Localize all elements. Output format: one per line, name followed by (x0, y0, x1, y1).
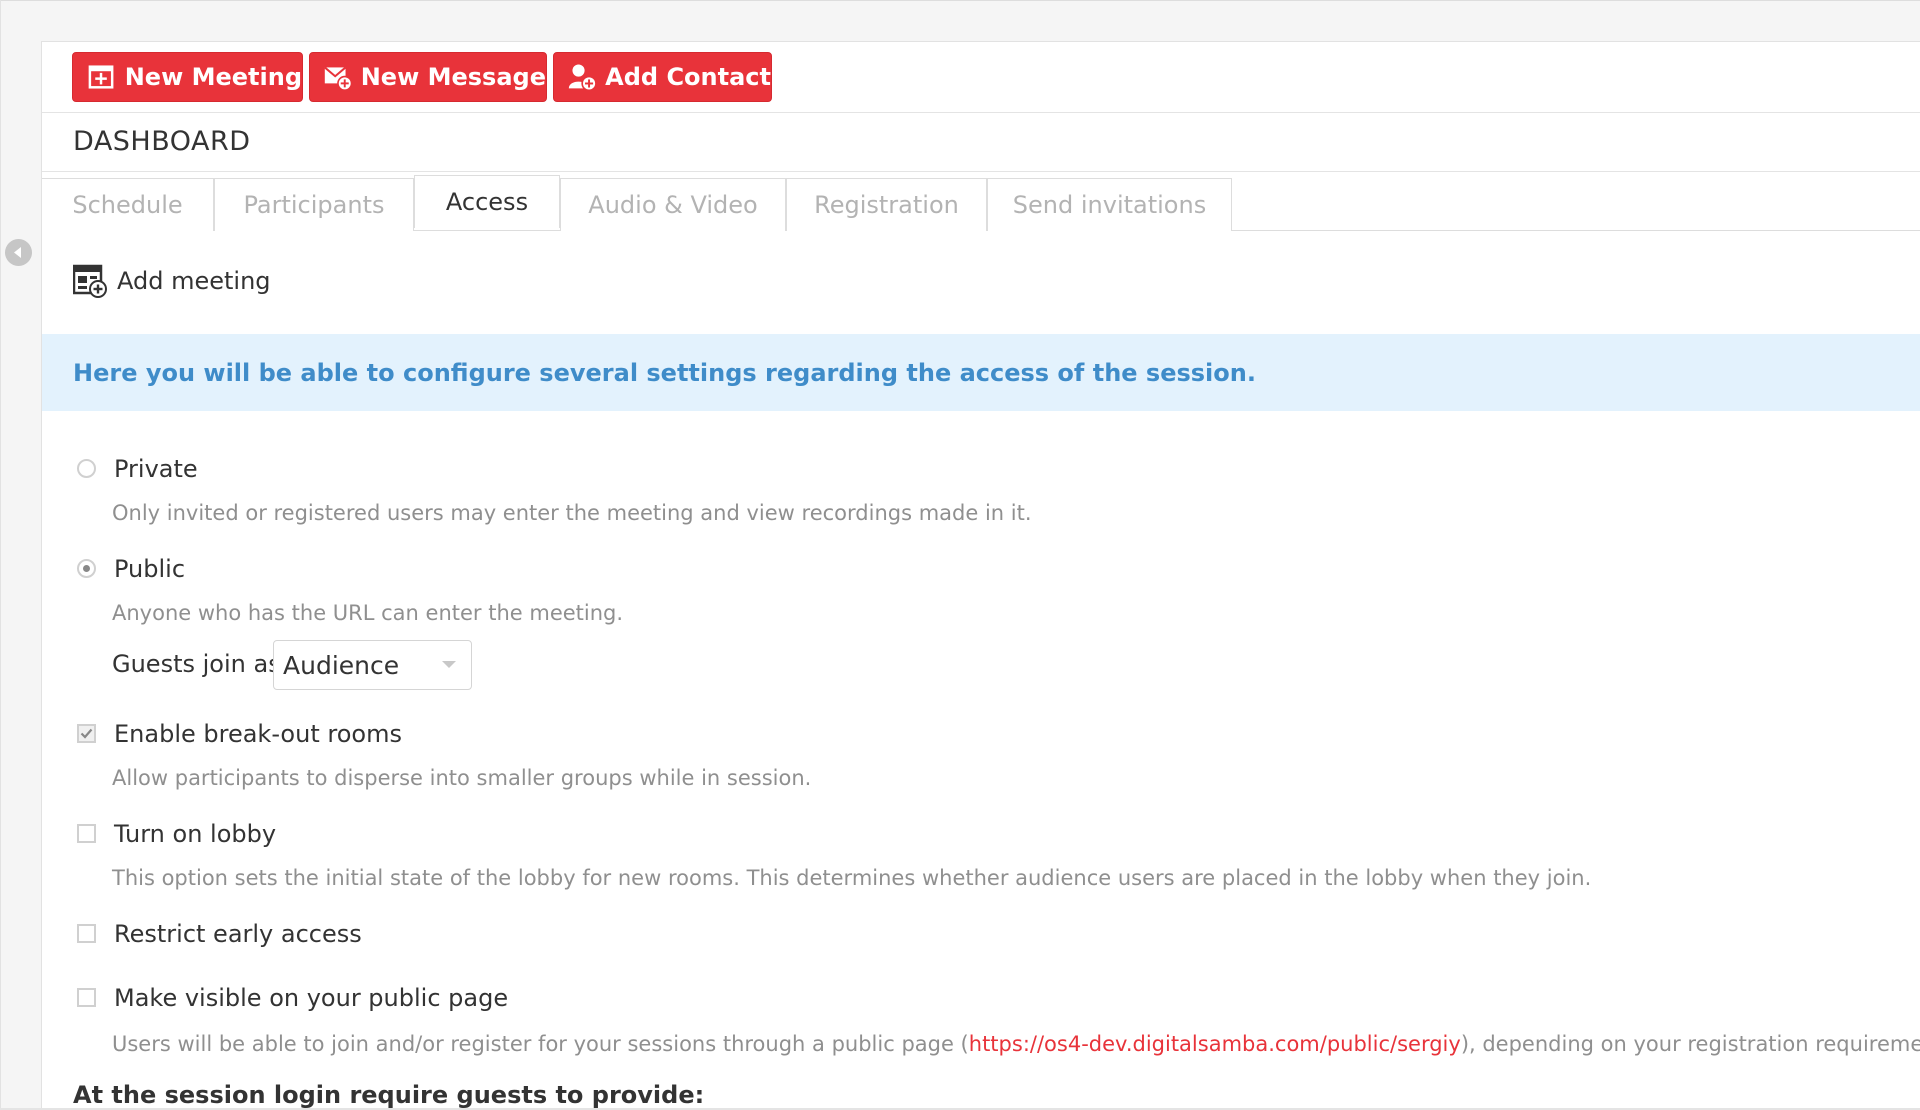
envelope-plus-icon (324, 66, 353, 91)
public-page-link[interactable]: https://os4-dev.digitalsamba.com/public/… (969, 1032, 1461, 1056)
guests-join-as-value: Audience (283, 650, 400, 680)
restrict-early-access-label: Restrict early access (114, 920, 362, 948)
new-message-button[interactable]: New Message (309, 52, 547, 102)
guests-join-as-select[interactable]: Audience (273, 640, 472, 690)
collapse-sidebar-button[interactable] (5, 239, 32, 266)
section-title: Add meeting (117, 267, 271, 295)
frame-top-border (0, 0, 1920, 1)
breakout-rooms-checkbox[interactable] (77, 724, 96, 743)
breakout-rooms-description: Allow participants to disperse into smal… (112, 766, 812, 790)
chevron-left-icon (14, 247, 21, 258)
new-message-label: New Message (360, 63, 546, 91)
public-page-description: Users will be able to join and/or regist… (112, 1032, 1920, 1056)
add-contact-label: Add Contact (605, 63, 771, 91)
section-heading: Add meeting (73, 264, 271, 298)
header-divider (42, 171, 1920, 172)
new-meeting-button[interactable]: New Meeting (72, 52, 303, 102)
add-meeting-icon (73, 264, 107, 298)
info-banner-text: Here you will be able to configure sever… (73, 358, 1256, 387)
tab-bar: Schedule Participants Access Audio & Vid… (42, 175, 1920, 231)
main-panel: New Meeting New Message Add Contact DASH… (41, 41, 1920, 1108)
dropdown-caret-icon (442, 661, 456, 668)
public-page-description-post: ), depending on your registration requir… (1460, 1032, 1920, 1056)
public-page-checkbox[interactable] (77, 988, 96, 1007)
tab-access[interactable]: Access (414, 175, 560, 229)
public-radio[interactable] (77, 559, 96, 578)
new-meeting-label: New Meeting (124, 63, 302, 91)
lobby-description: This option sets the initial state of th… (112, 866, 1592, 890)
tab-participants[interactable]: Participants (214, 178, 414, 231)
page-title: DASHBOARD (73, 126, 251, 157)
tab-audio-video[interactable]: Audio & Video (560, 178, 786, 231)
guests-join-as-label: Guests join as (112, 650, 281, 678)
user-plus-icon (568, 64, 597, 92)
breakout-rooms-label: Enable break-out rooms (114, 720, 402, 748)
app-viewport: New Meeting New Message Add Contact DASH… (0, 0, 1920, 1110)
private-label: Private (114, 455, 198, 483)
info-banner: Here you will be able to configure sever… (42, 334, 1920, 411)
public-page-label: Make visible on your public page (114, 984, 509, 1012)
tab-send-invitations[interactable]: Send invitations (987, 178, 1232, 231)
lobby-label: Turn on lobby (114, 820, 277, 848)
checkmark-icon (80, 728, 93, 739)
public-description: Anyone who has the URL can enter the mee… (112, 601, 624, 625)
tab-registration[interactable]: Registration (786, 178, 987, 231)
add-contact-button[interactable]: Add Contact (553, 52, 772, 102)
private-description: Only invited or registered users may ent… (112, 501, 1032, 525)
tab-schedule[interactable]: Schedule (42, 178, 214, 231)
login-requirements-heading: At the session login require guests to p… (73, 1081, 705, 1108)
lobby-checkbox[interactable] (77, 824, 96, 843)
restrict-early-access-checkbox[interactable] (77, 924, 96, 943)
public-page-description-pre: Users will be able to join and/or regist… (112, 1032, 969, 1056)
toolbar: New Meeting New Message Add Contact (42, 42, 1920, 113)
private-radio[interactable] (77, 459, 96, 478)
calendar-plus-icon (88, 65, 114, 89)
public-label: Public (114, 555, 186, 583)
frame-left-border (0, 0, 1, 1110)
